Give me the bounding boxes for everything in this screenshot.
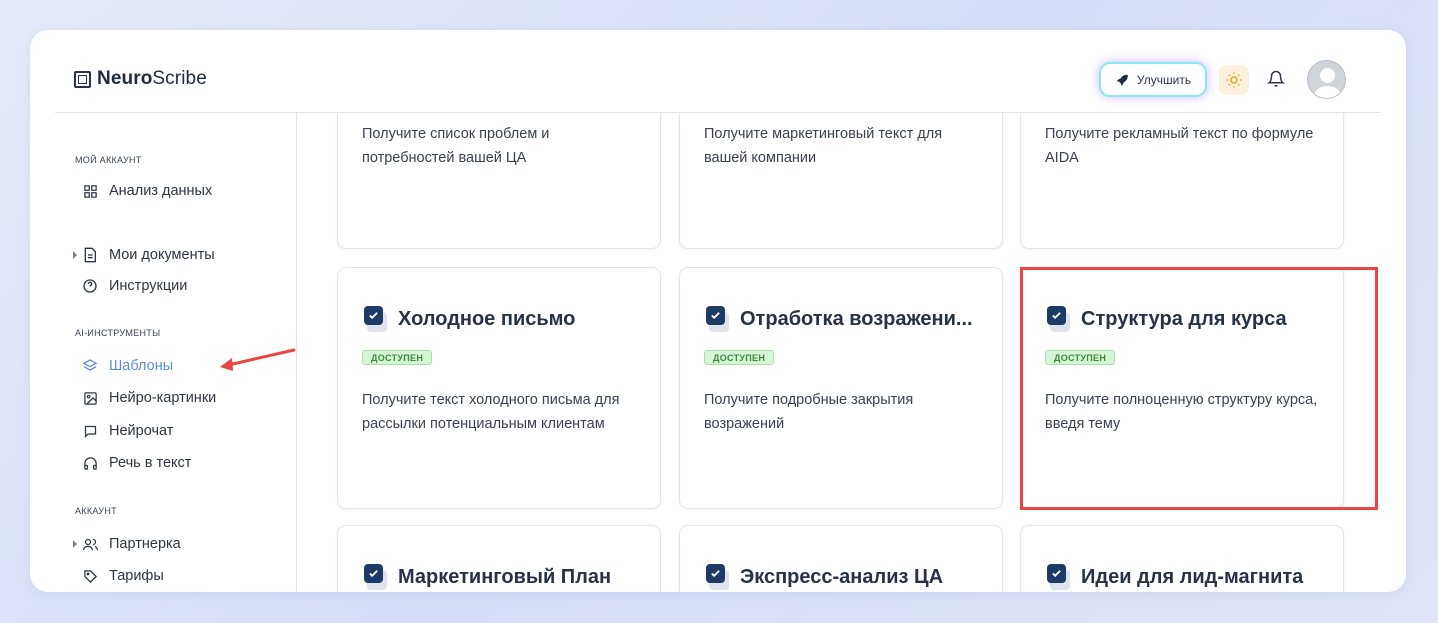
brand-name: NeuroScribe — [97, 68, 207, 89]
notifications-button[interactable] — [1266, 68, 1286, 90]
expand-caret-icon[interactable] — [73, 540, 77, 548]
sidebar-item-neurochat[interactable]: Нейрочат — [81, 420, 173, 442]
rocket-icon — [1116, 74, 1128, 86]
card-title: Маркетинговый План — [364, 564, 611, 590]
sidebar-item-label: Нейрочат — [109, 423, 174, 439]
logo-icon — [74, 70, 91, 88]
checkbox-icon — [706, 306, 732, 332]
template-card[interactable]: Экспресс-анализ ЦА — [679, 525, 1003, 592]
image-icon — [81, 389, 99, 407]
theme-toggle-button[interactable] — [1219, 65, 1249, 95]
sidebar-item-tariffs[interactable]: Тарифы — [81, 565, 164, 587]
sidebar-item-label: Тарифы — [109, 568, 164, 584]
sidebar-item-label: Инструкции — [109, 278, 188, 294]
layers-icon — [81, 357, 99, 375]
users-icon — [81, 535, 99, 553]
template-card[interactable]: Маркетинговый План — [337, 525, 661, 592]
expand-caret-icon[interactable] — [73, 251, 77, 259]
status-badge: ДОСТУПЕН — [704, 350, 775, 365]
sun-icon — [1226, 72, 1242, 88]
tag-icon — [81, 567, 99, 585]
bell-icon — [1267, 70, 1285, 87]
section-ai-tools: AI-ИНСТРУМЕНТЫ — [75, 328, 161, 338]
section-my-account: МОЙ АККАУНТ — [75, 155, 142, 165]
highlight-frame — [1020, 267, 1378, 510]
document-icon — [81, 246, 99, 264]
card-title: Отработка возражени... — [706, 306, 973, 332]
status-badge: ДОСТУПЕН — [362, 350, 433, 365]
template-card[interactable]: Получите маркетинговый текст для вашей к… — [679, 113, 1003, 249]
sidebar-item-data-analysis[interactable]: Анализ данных — [81, 180, 212, 202]
sidebar-item-instructions[interactable]: Инструкции — [81, 275, 187, 297]
card-description: Получите текст холодного письма для расс… — [362, 392, 620, 432]
sidebar-item-label: Нейро-картинки — [109, 390, 217, 406]
sidebar-item-templates[interactable]: Шаблоны — [81, 355, 173, 377]
chat-icon — [81, 422, 99, 440]
annotation-arrow-icon — [220, 348, 296, 371]
card-description: Получите рекламный текст по формуле AIDA — [1045, 126, 1314, 166]
sidebar-item-label: Анализ данных — [109, 183, 213, 199]
top-header: NeuroScribe Улучшить — [30, 30, 1406, 113]
checkbox-icon — [364, 306, 390, 332]
card-description: Получите маркетинговый текст для вашей к… — [704, 126, 943, 166]
section-account: АККАУНТ — [75, 506, 117, 516]
help-circle-icon — [81, 277, 99, 295]
headphones-icon — [81, 454, 99, 472]
sidebar-item-my-documents[interactable]: Мои документы — [81, 244, 215, 266]
sidebar-item-label: Партнерка — [109, 536, 181, 552]
sidebar-item-speech-to-text[interactable]: Речь в текст — [81, 452, 191, 474]
sidebar-item-neuro-images[interactable]: Нейро-картинки — [81, 387, 216, 409]
logo[interactable]: NeuroScribe — [74, 68, 207, 90]
card-description: Получите список проблем и потребностей в… — [362, 126, 550, 166]
template-card[interactable]: Получите список проблем и потребностей в… — [337, 113, 661, 249]
sidebar-item-label: Мои документы — [109, 247, 215, 263]
sidebar-item-label: Шаблоны — [109, 358, 174, 374]
card-title: Идеи для лид-магнита — [1047, 564, 1303, 590]
template-card[interactable]: Получите рекламный текст по формуле AIDA — [1020, 113, 1344, 249]
app-window: NeuroScribe Улучшить МОЙ АККАУНТ Анализ … — [30, 30, 1406, 592]
avatar[interactable] — [1307, 60, 1346, 99]
card-title: Холодное письмо — [364, 306, 575, 332]
template-card[interactable]: Холодное письмо ДОСТУПЕН Получите текст … — [337, 267, 661, 509]
upgrade-label: Улучшить — [1136, 72, 1192, 87]
template-card[interactable]: Идеи для лид-магнита — [1020, 525, 1344, 592]
card-description: Получите подробные закрытия возражений — [704, 392, 914, 432]
template-card[interactable]: Отработка возражени... ДОСТУПЕН Получите… — [679, 267, 1003, 509]
checkbox-icon — [706, 564, 732, 590]
checkbox-icon — [364, 564, 390, 590]
card-title: Экспресс-анализ ЦА — [706, 564, 943, 590]
sidebar-item-label: Речь в текст — [109, 455, 192, 471]
grid-icon — [81, 182, 99, 200]
sidebar-item-partner[interactable]: Партнерка — [81, 533, 181, 555]
checkbox-icon — [1047, 564, 1073, 590]
upgrade-button[interactable]: Улучшить — [1101, 64, 1205, 95]
